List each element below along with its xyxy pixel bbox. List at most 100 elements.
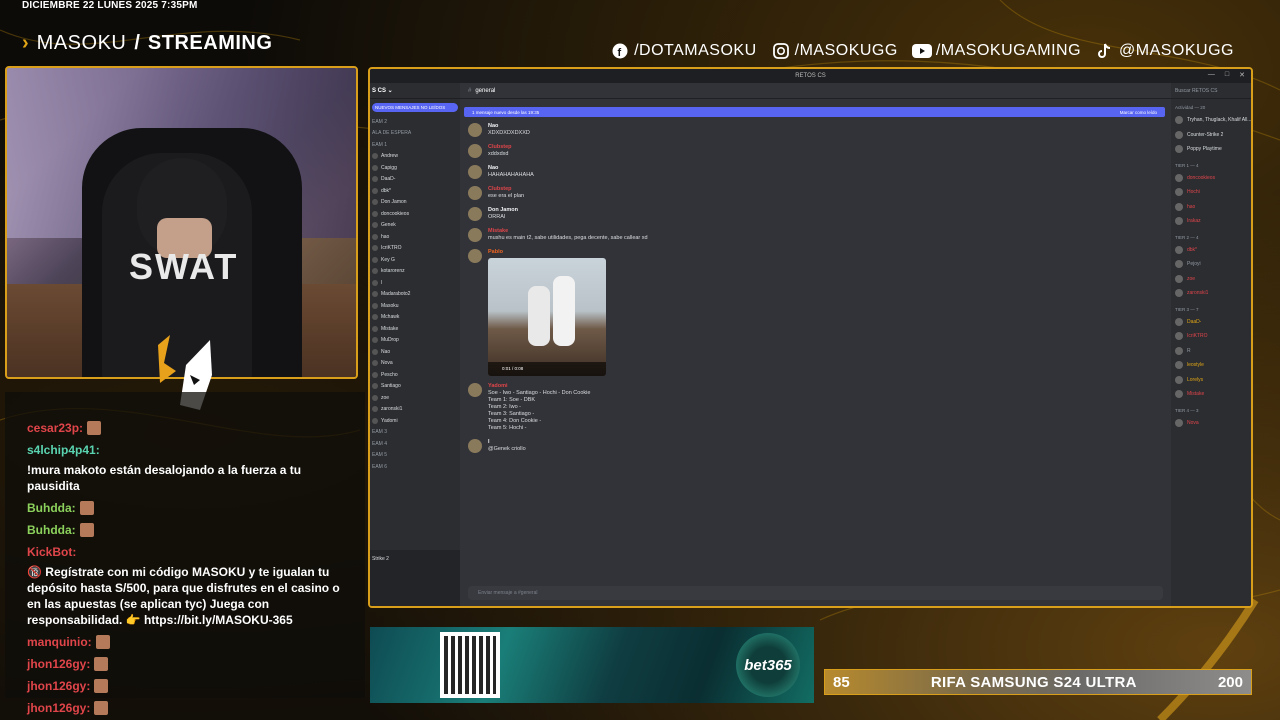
chat-username[interactable]: s4lchip4p41: (27, 442, 100, 458)
minimize-icon[interactable]: — (1208, 71, 1215, 79)
sidebar-row[interactable]: EAM 5 (370, 450, 460, 462)
sidebar-row[interactable]: IcriKTRO (370, 243, 460, 255)
sidebar-row[interactable]: EAM 1 (370, 139, 460, 151)
member-row[interactable]: Tryhan, Thuglack, Khalif All... (1171, 113, 1251, 128)
video-attachment[interactable]: 0:01 / 0:08 (488, 258, 606, 376)
maximize-icon[interactable]: □ (1225, 71, 1229, 79)
member-row[interactable]: Counter-Strike 2 (1171, 128, 1251, 143)
sidebar-row[interactable]: EAM 4 (370, 438, 460, 450)
sidebar-row[interactable]: Masoku (370, 300, 460, 312)
avatar[interactable] (468, 383, 482, 397)
sidebar-row[interactable]: Nao (370, 346, 460, 358)
facebook-icon: f (610, 41, 630, 61)
chat-username[interactable]: Buhdda: (27, 522, 76, 538)
chat-username[interactable]: jhon126gy: (27, 656, 90, 672)
sidebar-row[interactable]: Yadomi (370, 415, 460, 427)
member-row[interactable]: R (1171, 344, 1251, 359)
member-row[interactable]: hao (1171, 200, 1251, 215)
mark-read-button[interactable]: Marcar como leído (1120, 110, 1157, 115)
member-row[interactable]: zoe (1171, 272, 1251, 287)
sidebar-row[interactable]: Andrew (370, 151, 460, 163)
chat-username[interactable]: Buhdda: (27, 500, 76, 516)
avatar[interactable] (468, 123, 482, 137)
sidebar-row[interactable]: Madaraboto2 (370, 289, 460, 301)
chat-username[interactable]: jhon126gy: (27, 700, 90, 716)
message-author[interactable]: l (488, 439, 526, 445)
message-author[interactable]: Clubstep (488, 186, 524, 192)
server-name[interactable]: S CS ⌄ (370, 83, 460, 99)
member-name: Nova (1187, 419, 1199, 426)
sidebar-row[interactable]: Capigg (370, 162, 460, 174)
member-row[interactable]: Lorelys (1171, 373, 1251, 388)
sidebar-row[interactable]: Don Jamon (370, 197, 460, 209)
message-author[interactable]: Don Jamon (488, 207, 518, 213)
chat-username[interactable]: KickBot: (27, 544, 76, 560)
sidebar-row[interactable]: Mistake (370, 323, 460, 335)
social-instagram[interactable]: /MASOKUGG (771, 41, 898, 61)
close-icon[interactable]: ✕ (1239, 71, 1245, 79)
member-row[interactable]: Nova (1171, 416, 1251, 431)
avatar (372, 233, 378, 240)
avatar[interactable] (468, 186, 482, 200)
sidebar-row[interactable]: zoe (370, 392, 460, 404)
member-row[interactable]: dbk* (1171, 243, 1251, 258)
avatar[interactable] (468, 439, 482, 453)
member-row[interactable]: Mistake (1171, 387, 1251, 402)
message: Clubstep xddxdxd (468, 144, 1171, 158)
sidebar-row-label: l (381, 279, 383, 286)
sidebar-row[interactable]: Genek (370, 220, 460, 232)
social-facebook[interactable]: f /DOTAMASOKU (610, 41, 757, 61)
chat-username[interactable]: manquinio: (27, 634, 92, 650)
member-row[interactable]: leostyle (1171, 358, 1251, 373)
sidebar-row[interactable]: ALA DE ESPERA (370, 128, 460, 140)
social-tiktok[interactable]: @MASOKUGG (1095, 41, 1234, 61)
member-row[interactable]: IcriKTRO (1171, 329, 1251, 344)
member-row[interactable]: Irakaz (1171, 214, 1251, 229)
member-row[interactable]: Pejoyi (1171, 257, 1251, 272)
avatar[interactable] (468, 144, 482, 158)
avatar[interactable] (468, 249, 482, 263)
sidebar-row[interactable]: Nova (370, 358, 460, 370)
message-author[interactable]: Pablo (488, 249, 606, 255)
avatar[interactable] (468, 228, 482, 242)
sidebar-row[interactable]: MuDrop (370, 335, 460, 347)
message-author[interactable]: Clubstep (488, 144, 512, 150)
sidebar-row[interactable]: dbk* (370, 185, 460, 197)
chat-username[interactable]: jhon126gy: (27, 678, 90, 694)
search-input[interactable]: Buscar RETOS CS (1171, 83, 1251, 99)
sidebar-row[interactable]: Key G (370, 254, 460, 266)
sponsor-banner[interactable]: bet365 (370, 627, 814, 703)
message-author[interactable]: Nao (488, 123, 530, 129)
sidebar-row[interactable]: Santiago (370, 381, 460, 393)
emote-icon (79, 501, 94, 515)
sidebar-row[interactable]: zaronski1 (370, 404, 460, 416)
sidebar-row[interactable]: EAM 3 (370, 427, 460, 439)
channel-name: general (475, 87, 496, 94)
avatar[interactable] (468, 207, 482, 221)
sidebar-row[interactable]: EAM 6 (370, 461, 460, 473)
chat-username[interactable]: cesar23p: (27, 420, 83, 436)
sidebar-row[interactable]: l (370, 277, 460, 289)
member-row[interactable]: Hochi (1171, 185, 1251, 200)
sidebar-row[interactable]: kotarorenz (370, 266, 460, 278)
member-row[interactable]: zaronski1 (1171, 286, 1251, 301)
sidebar-row[interactable]: hao (370, 231, 460, 243)
sidebar-row[interactable]: EAM 2 (370, 116, 460, 128)
message-author[interactable]: Mistake (488, 228, 648, 234)
message-author[interactable]: Yadomi (488, 383, 590, 389)
message-input[interactable]: Enviar mensaje a #general (468, 586, 1163, 600)
message-author[interactable]: Nao (488, 165, 534, 171)
unread-banner[interactable]: NUEVOS MENSAJES NO LEÍDOS (372, 103, 458, 112)
member-row[interactable]: Poppy Playtime (1171, 142, 1251, 157)
new-messages-bar[interactable]: 1 mensaje nuevo desde las 19:35 Marcar c… (464, 107, 1165, 117)
social-youtube[interactable]: /MASOKUGAMING (911, 41, 1081, 61)
avatar[interactable] (468, 165, 482, 179)
video-controls[interactable]: 0:01 / 0:08 (488, 362, 606, 376)
avatar (372, 417, 378, 424)
sidebar-row[interactable]: Mchawk (370, 312, 460, 324)
sidebar-row[interactable]: doncookieos (370, 208, 460, 220)
sidebar-row[interactable]: DaaD- (370, 174, 460, 186)
member-row[interactable]: DaaD- (1171, 315, 1251, 330)
sidebar-row[interactable]: Pescho (370, 369, 460, 381)
member-row[interactable]: doncookieos (1171, 171, 1251, 186)
